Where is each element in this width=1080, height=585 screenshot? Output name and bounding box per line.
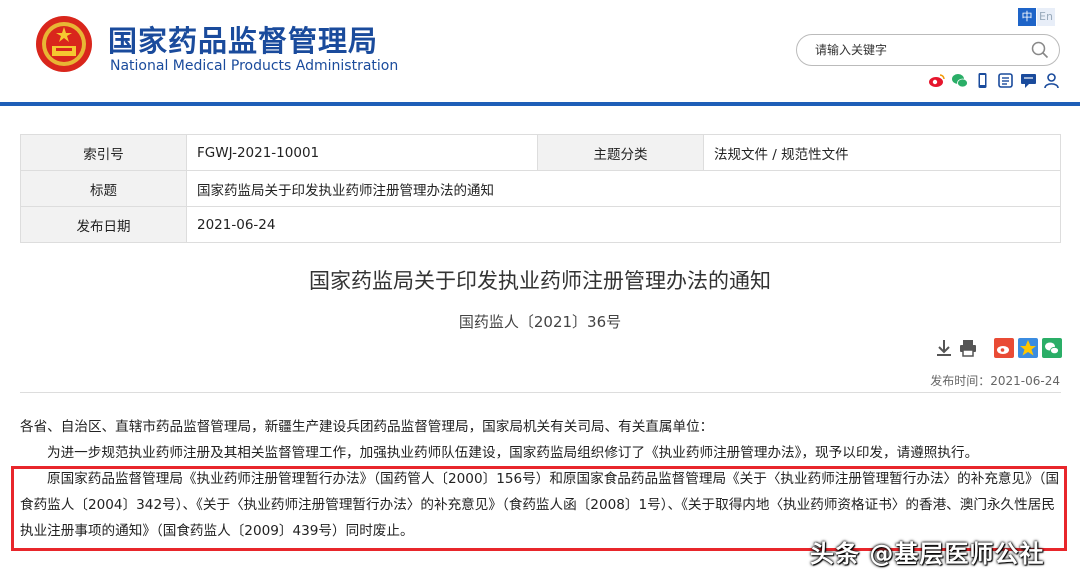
share-weibo-icon[interactable] (994, 338, 1014, 358)
site-title[interactable]: 国家药品监督管理局 (108, 18, 378, 60)
index-label: 索引号 (20, 134, 187, 171)
publish-time: 发布时间：2021-06-24 (930, 372, 1060, 389)
wechat-icon[interactable] (951, 72, 968, 89)
addressee-paragraph: 各省、自治区、直辖市药品监督管理局，新疆生产建设兵团药品监督管理局，国家局机关有… (20, 419, 714, 435)
lang-english-button[interactable]: En (1037, 8, 1055, 26)
table-row: 发布日期 2021-06-24 (20, 206, 1061, 243)
document-title: 国家药监局关于印发执业药师注册管理办法的通知 (309, 269, 771, 293)
share-qzone-icon[interactable] (1018, 338, 1038, 358)
date-label: 发布日期 (20, 206, 187, 243)
topic-value: 法规文件 / 规范性文件 (703, 134, 1061, 171)
index-value: FGWJ-2021-10001 (186, 134, 538, 171)
title-label: 标题 (20, 170, 187, 207)
weibo-icon[interactable] (928, 72, 945, 89)
table-row: 索引号 FGWJ-2021-10001 主题分类 法规文件 / 规范性文件 (20, 134, 1061, 171)
title-value: 国家药监局关于印发执业药师注册管理办法的通知 (186, 170, 1061, 207)
search-box (796, 34, 1060, 66)
lang-chinese-button[interactable]: 中 (1018, 8, 1036, 26)
document-meta-table: 索引号 FGWJ-2021-10001 主题分类 法规文件 / 规范性文件 标题… (20, 134, 1061, 243)
content-divider (20, 392, 1061, 393)
user-icon[interactable] (1043, 72, 1060, 89)
national-emblem-icon (36, 16, 92, 72)
print-icon[interactable] (958, 338, 978, 358)
table-row: 标题 国家药监局关于印发执业药师注册管理办法的通知 (20, 170, 1061, 207)
site-header: 国家药品监督管理局 National Medical Products Admi… (0, 0, 1080, 103)
message-icon[interactable] (1020, 72, 1037, 89)
publish-time-label: 发布时间： (930, 374, 991, 388)
body-paragraph: 为进一步规范执业药师注册及其相关监督管理工作，加强执业药师队伍建设，国家药监局组… (47, 445, 979, 461)
document-number: 国药监人〔2021〕36号 (458, 313, 622, 331)
watermark: 头条 @基层医师公社 (810, 540, 1045, 568)
app-icon[interactable] (997, 72, 1014, 89)
social-links (928, 72, 1060, 89)
site-title-english[interactable]: National Medical Products Administration (110, 58, 398, 74)
share-wechat-icon[interactable] (1042, 338, 1062, 358)
download-icon[interactable] (934, 338, 954, 358)
publish-time-value: 2021-06-24 (990, 374, 1060, 388)
topic-label: 主题分类 (537, 134, 704, 171)
header-divider (0, 102, 1080, 106)
search-input[interactable] (813, 40, 1027, 60)
date-value: 2021-06-24 (186, 206, 1061, 243)
article-tools (934, 338, 1062, 358)
search-icon[interactable] (1031, 41, 1049, 59)
mobile-icon[interactable] (974, 72, 991, 89)
